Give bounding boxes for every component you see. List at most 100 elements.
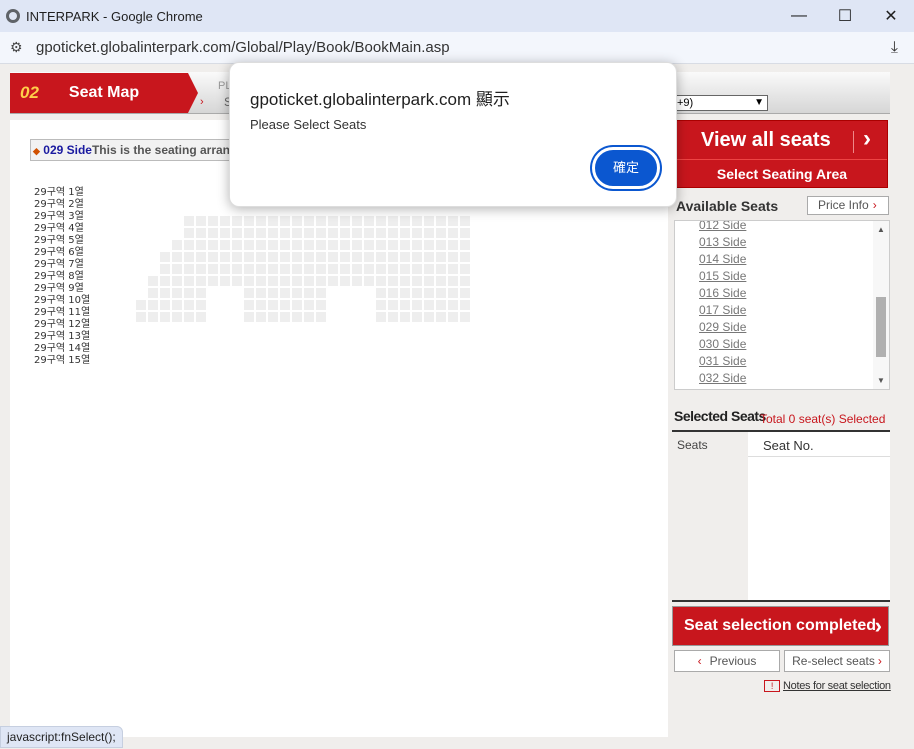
seat[interactable] [172,312,182,322]
seat[interactable] [196,312,206,322]
seat[interactable] [328,264,338,274]
seat[interactable] [268,312,278,322]
seat[interactable] [208,252,218,262]
seat[interactable] [448,300,458,310]
seat[interactable] [280,252,290,262]
seat[interactable] [436,240,446,250]
seat[interactable] [340,216,350,226]
seat[interactable] [388,300,398,310]
seat[interactable] [412,252,422,262]
seat[interactable] [256,288,266,298]
seat[interactable] [184,228,194,238]
seat[interactable] [208,216,218,226]
available-seat-item[interactable]: 029 Side [699,319,746,336]
seat[interactable] [436,288,446,298]
seat[interactable] [232,264,242,274]
seat[interactable] [220,252,230,262]
close-button[interactable]: ✕ [868,0,914,32]
seat[interactable] [148,312,158,322]
seat[interactable] [268,240,278,250]
seat[interactable] [400,288,410,298]
seat[interactable] [244,300,254,310]
seat[interactable] [316,216,326,226]
seat[interactable] [292,312,302,322]
seat-selection-completed-button[interactable]: Seat selection completed › [672,606,889,646]
seat[interactable] [352,264,362,274]
seat[interactable] [316,252,326,262]
minimize-button[interactable]: — [776,0,822,32]
seat[interactable] [316,276,326,286]
seat[interactable] [172,276,182,286]
seat[interactable] [412,240,422,250]
seat[interactable] [280,228,290,238]
seat[interactable] [316,300,326,310]
seat[interactable] [424,300,434,310]
seat[interactable] [244,288,254,298]
seat[interactable] [460,216,470,226]
seat[interactable] [148,288,158,298]
seat[interactable] [184,216,194,226]
seat[interactable] [292,252,302,262]
seat[interactable] [184,252,194,262]
available-seat-item[interactable]: 030 Side [699,336,746,353]
seat[interactable] [436,228,446,238]
seat[interactable] [376,264,386,274]
seat[interactable] [304,312,314,322]
seat[interactable] [352,240,362,250]
seat[interactable] [460,288,470,298]
seat[interactable] [424,312,434,322]
seat[interactable] [292,228,302,238]
seat[interactable] [196,288,206,298]
seat[interactable] [436,312,446,322]
seat[interactable] [268,300,278,310]
view-all-seats-button[interactable]: View all seats › Select Seating Area [676,120,888,188]
seat[interactable] [376,228,386,238]
seat[interactable] [256,264,266,274]
seat[interactable] [388,264,398,274]
seat[interactable] [256,240,266,250]
seat[interactable] [376,288,386,298]
seat[interactable] [136,312,146,322]
seat[interactable] [256,312,266,322]
seat[interactable] [148,276,158,286]
seat[interactable] [160,288,170,298]
seat[interactable] [412,312,422,322]
seat[interactable] [316,264,326,274]
seat[interactable] [448,288,458,298]
seat[interactable] [208,240,218,250]
seat[interactable] [304,252,314,262]
seat[interactable] [364,216,374,226]
seat[interactable] [244,228,254,238]
seat[interactable] [148,300,158,310]
seat[interactable] [388,216,398,226]
seat[interactable] [292,300,302,310]
seat[interactable] [328,276,338,286]
seat[interactable] [268,216,278,226]
dialog-ok-button[interactable]: 確定 [592,147,660,189]
seat[interactable] [424,264,434,274]
seat[interactable] [160,252,170,262]
seat[interactable] [448,252,458,262]
available-seat-item[interactable]: 033 Side [699,387,746,389]
seat[interactable] [328,252,338,262]
scroll-up-icon[interactable]: ▲ [873,225,889,234]
seat[interactable] [328,216,338,226]
seat[interactable] [328,240,338,250]
seat[interactable] [460,240,470,250]
seat[interactable] [388,240,398,250]
seat[interactable] [352,228,362,238]
seat[interactable] [340,240,350,250]
seat[interactable] [160,300,170,310]
available-seat-item[interactable]: 012 Side [699,221,746,234]
seat[interactable] [364,264,374,274]
seat[interactable] [376,276,386,286]
seat[interactable] [400,252,410,262]
available-seat-item[interactable]: 016 Side [699,285,746,302]
seat[interactable] [220,264,230,274]
scroll-down-icon[interactable]: ▼ [873,376,889,385]
seat[interactable] [268,264,278,274]
seat[interactable] [400,300,410,310]
seat[interactable] [304,276,314,286]
seat[interactable] [316,312,326,322]
seat[interactable] [280,240,290,250]
